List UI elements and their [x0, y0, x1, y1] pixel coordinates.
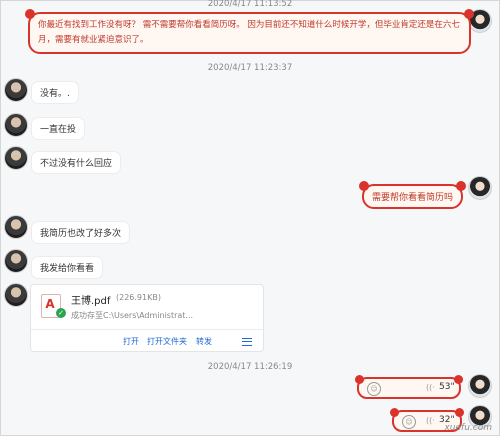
message-text: 不过没有什么回应 [40, 159, 113, 169]
message-text: 需要帮你看看简历吗 [372, 193, 454, 203]
success-check-icon: ✓ [56, 308, 66, 318]
watermark: xuefu.com [444, 423, 492, 433]
voice-message[interactable]: ☺ ((· 53" [355, 375, 463, 399]
open-file-link[interactable]: 打开 [123, 336, 139, 347]
message-text: 没有。. [40, 89, 70, 99]
forward-link[interactable]: 转发 [196, 336, 212, 347]
message-text: 我简历也改了好多次 [40, 229, 122, 239]
contact-avatar[interactable] [4, 113, 28, 137]
incoming-message[interactable]: 没有。. [32, 82, 78, 103]
open-folder-link[interactable]: 打开文件夹 [147, 336, 187, 347]
contact-avatar[interactable] [4, 249, 28, 273]
file-save-status: 成功存至C:\Users\Administrat... [71, 311, 194, 320]
menu-icon[interactable] [242, 338, 252, 346]
outgoing-message[interactable]: 你最近有找到工作没有呀？ 需不需要帮你看看简历呀。 因为目前还不知道什么时候开学… [25, 9, 474, 54]
voice-duration: 53" [439, 382, 455, 392]
contact-avatar[interactable] [4, 215, 28, 239]
message-text: 我发给你看看 [40, 264, 95, 274]
timestamp: 2020/4/17 11:26:19 [207, 362, 293, 372]
file-message-card[interactable]: A ✓ 王博.pdf (226.91KB) 成功存至C:\Users\Admin… [30, 284, 264, 352]
incoming-message[interactable]: 我发给你看看 [32, 257, 103, 278]
voice-emoji-icon: ☺ [367, 382, 381, 396]
incoming-message[interactable]: 不过没有什么回应 [32, 152, 121, 173]
contact-avatar[interactable] [4, 283, 28, 307]
contact-avatar[interactable] [4, 146, 28, 170]
my-avatar[interactable] [468, 176, 492, 200]
my-avatar[interactable] [468, 374, 492, 398]
file-actions: 打开 打开文件夹 转发 [31, 329, 263, 352]
file-size: (226.91KB) [116, 293, 161, 302]
message-text: 一直在投 [40, 125, 77, 135]
incoming-message[interactable]: 我简历也改了好多次 [32, 222, 130, 243]
voice-wave-icon: ((· [426, 383, 435, 392]
timestamp: 2020/4/17 11:13:52 [207, 0, 293, 9]
voice-wave-icon: ((· [426, 416, 435, 425]
file-name[interactable]: 王博.pdf [71, 292, 110, 307]
voice-emoji-icon: ☺ [402, 415, 416, 429]
outgoing-message[interactable]: 需要帮你看看简历吗 [358, 181, 467, 209]
incoming-message[interactable]: 一直在投 [32, 118, 85, 139]
message-text: 你最近有找到工作没有呀？ 需不需要帮你看看简历呀。 因为目前还不知道什么时候开学… [38, 20, 460, 45]
contact-avatar[interactable] [4, 78, 28, 102]
timestamp: 2020/4/17 11:23:37 [207, 63, 293, 73]
